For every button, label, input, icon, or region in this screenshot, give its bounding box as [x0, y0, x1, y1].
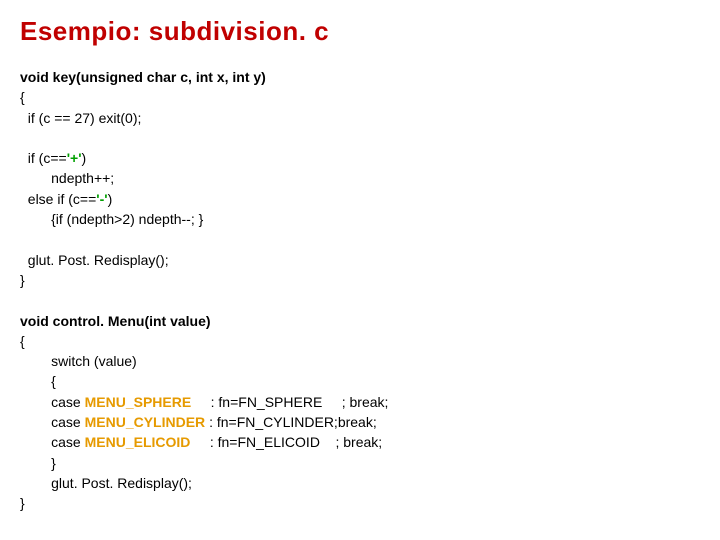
code-line-19c: : fn=FN_ELICOID ; break;: [190, 434, 382, 450]
code-line-3: if (c == 27) exit(0);: [20, 110, 141, 126]
code-line-16: {: [20, 373, 56, 389]
code-line-11: }: [20, 272, 25, 288]
code-block: void key(unsigned char c, int x, int y) …: [20, 67, 700, 514]
literal-minus: '-': [96, 191, 107, 207]
const-menu-cylinder: MENU_CYLINDER: [85, 414, 209, 430]
code-line-10: glut. Post. Redisplay();: [20, 252, 169, 268]
code-line-18c: : fn=FN_CYLINDER;break;: [209, 414, 377, 430]
code-line-13: void control. Menu(int value): [20, 313, 211, 329]
code-line-5c: ): [82, 150, 87, 166]
code-line-15: switch (value): [20, 353, 137, 369]
code-line-6: ndepth++;: [20, 170, 114, 186]
slide-title: Esempio: subdivision. c: [20, 16, 700, 47]
code-line-2: {: [20, 89, 25, 105]
slide: Esempio: subdivision. c void key(unsigne…: [0, 0, 720, 534]
code-line-18a: case: [20, 414, 85, 430]
code-line-17a: case: [20, 394, 85, 410]
code-line-17c: : fn=FN_SPHERE ; break;: [191, 394, 388, 410]
code-line-7a: else if (c==: [20, 191, 96, 207]
code-line-5a: if (c==: [20, 150, 67, 166]
code-line-22: }: [20, 495, 25, 511]
literal-plus: '+': [67, 150, 82, 166]
code-line-21: glut. Post. Redisplay();: [20, 475, 192, 491]
code-line-7c: ): [108, 191, 113, 207]
code-line-8: {if (ndepth>2) ndepth--; }: [20, 211, 203, 227]
const-menu-sphere: MENU_SPHERE: [85, 394, 192, 410]
code-line-14: {: [20, 333, 25, 349]
const-menu-elicoid: MENU_ELICOID: [85, 434, 191, 450]
code-line-20: }: [20, 455, 56, 471]
code-line-19a: case: [20, 434, 85, 450]
code-line-1: void key(unsigned char c, int x, int y): [20, 69, 266, 85]
